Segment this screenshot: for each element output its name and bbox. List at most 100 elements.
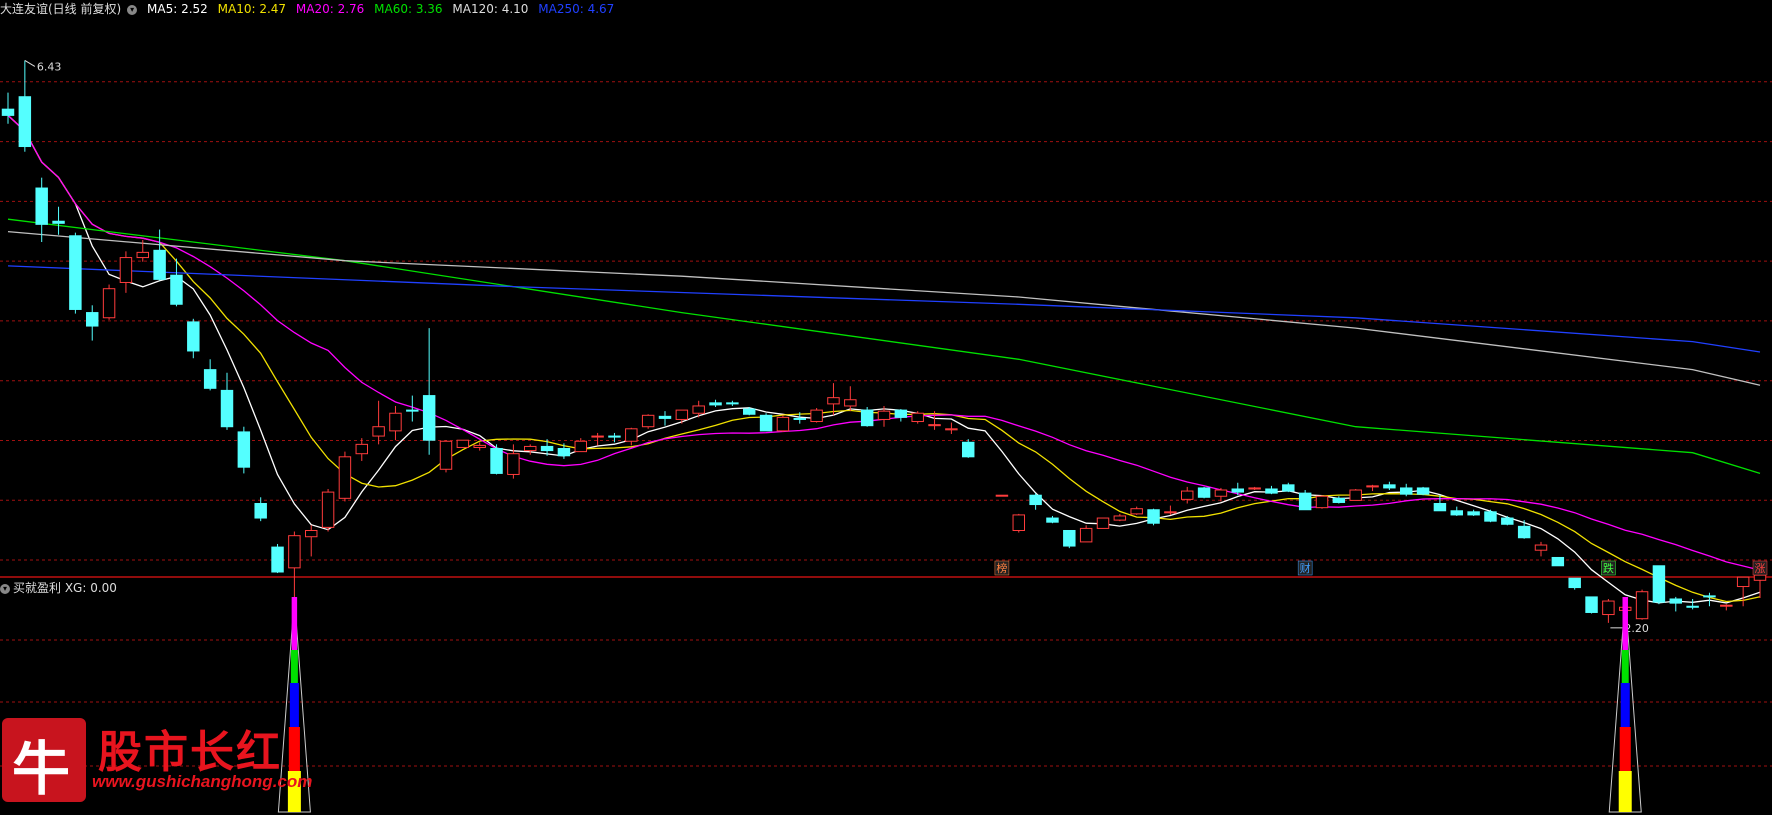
signal-bar-segment	[1619, 727, 1631, 771]
candle-body	[1231, 488, 1244, 493]
candle-body	[1079, 527, 1093, 543]
candle-body	[1551, 556, 1565, 567]
candle-body	[1383, 484, 1396, 489]
candle-body	[1197, 487, 1211, 498]
candle-body	[102, 288, 116, 319]
candle-body	[456, 439, 470, 448]
candle-body	[574, 440, 587, 453]
candle-body	[1113, 515, 1127, 521]
candle-body	[911, 412, 924, 423]
candle-body	[1652, 565, 1666, 603]
candle-body	[1400, 487, 1413, 495]
ma60-label: MA60: 3.36	[374, 2, 443, 16]
candle-body	[1686, 605, 1699, 608]
candle-body	[1753, 574, 1767, 581]
event-marker: 跌	[1603, 561, 1614, 575]
candle-body	[844, 399, 857, 407]
signal-bar-segment	[1621, 650, 1629, 683]
candle-body	[1366, 485, 1379, 488]
candle-body	[743, 408, 756, 415]
candle-body	[1332, 497, 1346, 503]
candle-body	[928, 424, 941, 427]
candle-body	[18, 96, 32, 148]
candle-body	[1433, 503, 1447, 512]
candle-body	[338, 456, 352, 499]
candle-body	[1416, 487, 1430, 495]
candle-body	[1248, 487, 1261, 490]
candle-body	[1635, 591, 1649, 620]
candles	[1, 60, 1767, 623]
ma20-label: MA20: 2.76	[295, 2, 365, 16]
candle-body	[894, 409, 908, 418]
candle-body	[810, 409, 823, 423]
signal-bar-segment	[1620, 683, 1630, 727]
candle-body	[203, 369, 217, 389]
candle-body	[119, 257, 133, 283]
candle-body	[406, 409, 419, 412]
candle-body	[860, 409, 874, 427]
candle-body	[473, 444, 486, 448]
candle-body	[35, 187, 48, 225]
grid-lines	[0, 81, 1772, 767]
candle-body	[1720, 604, 1733, 607]
ma120-line	[7, 230, 1761, 386]
candle-body	[1736, 576, 1750, 588]
signal-bars	[277, 596, 1642, 813]
candle-body	[372, 426, 385, 437]
candle-body	[136, 251, 149, 259]
logo-name: 股市长红	[98, 727, 282, 778]
watermark-logo: 牛 股市长红 www.gushichanghong.com	[2, 712, 312, 812]
candle-body	[877, 410, 891, 420]
candle-body	[1484, 511, 1497, 522]
candle-body	[793, 417, 806, 420]
candle-body	[1585, 596, 1598, 613]
candle-body	[1315, 495, 1329, 509]
ma5-line	[7, 114, 1761, 604]
ma250-line	[7, 265, 1761, 353]
signal-bar-segment	[1622, 597, 1628, 650]
moving-average-lines	[7, 114, 1761, 604]
candle-body	[658, 415, 672, 419]
settings-icon[interactable]: ▾	[0, 583, 10, 594]
main-header: 大连友谊(日线 前复权) ▾ MA5: 2.52 MA10: 2.47 MA20:…	[0, 0, 620, 18]
candle-body	[776, 416, 790, 432]
candle-body	[1450, 510, 1463, 516]
candle-body	[945, 428, 958, 431]
candle-body	[220, 389, 234, 428]
signal-bar-segment	[1618, 771, 1632, 812]
settings-icon[interactable]: ▾	[127, 4, 138, 15]
ma120-label: MA120: 4.10	[452, 2, 529, 16]
candle-body	[726, 402, 739, 405]
candle-body	[86, 312, 99, 327]
candle-body	[962, 441, 975, 458]
candle-body	[1063, 529, 1076, 547]
event-marker: 财	[1300, 561, 1311, 575]
candle-body	[540, 445, 554, 452]
candle-body	[153, 249, 166, 280]
kline-chart[interactable]: 6.432.20榜财跌涨	[0, 0, 1772, 815]
ma10-line	[7, 114, 1761, 603]
candle-body	[692, 405, 705, 414]
candle-body	[827, 397, 840, 405]
candle-body	[1181, 490, 1194, 500]
candle-body	[1130, 508, 1143, 515]
candle-body	[608, 435, 621, 438]
candle-body	[995, 494, 1009, 497]
candle-body	[187, 321, 200, 352]
high-label: 6.43	[37, 60, 62, 73]
candle-body	[1164, 511, 1177, 514]
stock-title: 大连友谊(日线 前复权)	[0, 2, 122, 16]
event-marker: 榜	[996, 561, 1007, 575]
candle-body	[1046, 517, 1059, 523]
candle-body	[591, 435, 604, 438]
candle-body	[1298, 492, 1312, 511]
candle-body	[759, 414, 773, 432]
candle-body	[170, 274, 183, 305]
indicator-title: 买就盈利 XG: 0.00	[13, 581, 117, 595]
candle-body	[52, 220, 65, 224]
candle-body	[1012, 514, 1025, 531]
candle-body	[1669, 598, 1682, 604]
candle-body	[254, 503, 267, 519]
candle-body	[1029, 494, 1042, 506]
candle-body	[1282, 484, 1295, 492]
